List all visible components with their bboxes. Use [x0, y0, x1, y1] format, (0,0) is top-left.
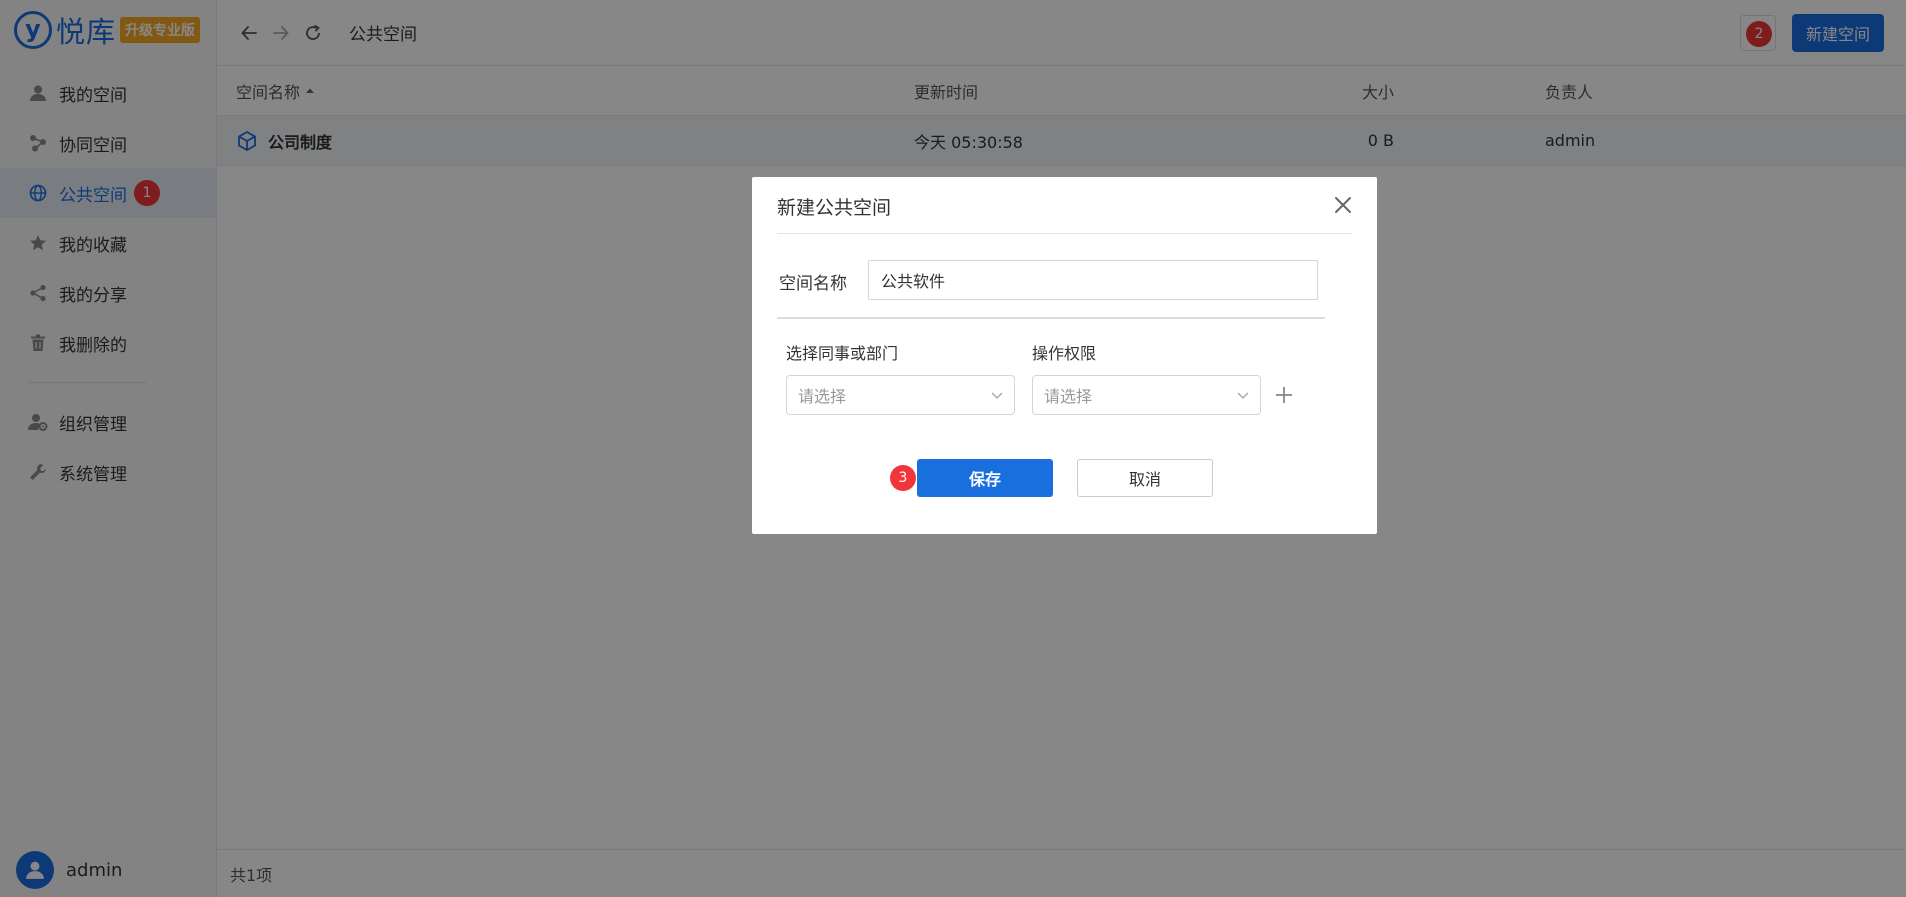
permission-select[interactable]: 请选择: [1032, 375, 1261, 415]
dialog-title: 新建公共空间: [777, 197, 892, 219]
step-badge-3: 3: [890, 465, 916, 491]
permission-select-label: 操作权限: [1032, 344, 1097, 363]
chevron-down-icon: [991, 392, 1003, 400]
permission-select-placeholder: 请选择: [1044, 387, 1093, 406]
member-select-placeholder: 请选择: [798, 387, 847, 406]
section-divider: [777, 317, 1325, 319]
member-select-label: 选择同事或部门: [786, 344, 899, 363]
cancel-button[interactable]: 取消: [1077, 459, 1213, 497]
save-button[interactable]: 保存: [917, 459, 1053, 497]
member-select[interactable]: 请选择: [786, 375, 1015, 415]
dialog-divider: [777, 233, 1352, 234]
add-permission-row-button[interactable]: [1272, 383, 1296, 407]
new-public-space-dialog: 新建公共空间 空间名称 选择同事或部门 操作权限 请选择 请选择 3 保存 取消: [752, 177, 1377, 534]
close-icon[interactable]: [1329, 191, 1357, 219]
space-name-label: 空间名称: [779, 274, 847, 294]
chevron-down-icon: [1237, 392, 1249, 400]
plus-icon: [1276, 387, 1292, 403]
space-name-input[interactable]: [868, 260, 1318, 300]
